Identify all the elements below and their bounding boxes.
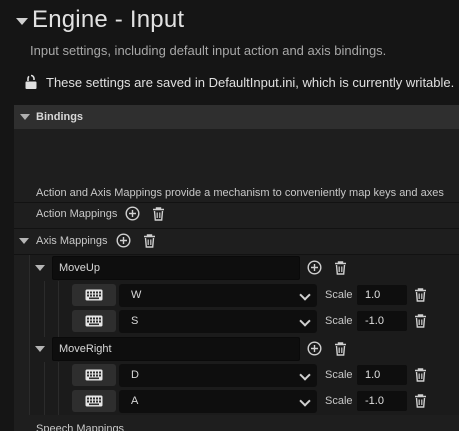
scale-input[interactable]: -1.0 [357, 391, 407, 411]
moveup-collapse-icon[interactable] [35, 265, 45, 271]
key-select[interactable]: A [119, 390, 317, 413]
scale-input[interactable]: 1.0 [357, 285, 407, 305]
category-collapse-icon[interactable] [20, 114, 30, 120]
chevron-down-icon [299, 395, 311, 407]
axis-name-input[interactable]: MoveRight [52, 337, 300, 361]
speech-mappings-label: Speech Mappings [36, 423, 125, 431]
scale-input[interactable]: 1.0 [357, 365, 407, 385]
indent-guide [44, 362, 45, 415]
add-axis-key-icon[interactable] [307, 260, 322, 275]
key-capture-button[interactable] [72, 390, 116, 412]
keyboard-icon [85, 289, 103, 301]
axis-mappings-label: Axis Mappings [36, 235, 108, 247]
chevron-down-icon [299, 369, 311, 381]
indent-guide [58, 281, 59, 337]
action-mappings-label: Action Mappings [36, 208, 118, 220]
bindings-category-header[interactable]: Bindings [14, 105, 459, 129]
remove-key-icon[interactable] [414, 368, 427, 382]
keyboard-icon [85, 395, 103, 407]
collapse-arrow-icon[interactable] [16, 17, 28, 25]
axis-mappings-collapse-icon[interactable] [19, 238, 29, 244]
remove-axis-mapping-icon[interactable] [334, 342, 347, 356]
clear-axis-mappings-icon[interactable] [143, 234, 156, 248]
key-capture-button[interactable] [72, 310, 116, 332]
row-divider [14, 228, 459, 229]
keyboard-icon [85, 315, 103, 327]
page-subtitle: Input settings, including default input … [30, 43, 387, 58]
scale-input[interactable]: -1.0 [357, 311, 407, 331]
axis-name-input[interactable]: MoveUp [52, 256, 300, 280]
category-label: Bindings [36, 111, 84, 123]
key-select[interactable]: D [119, 364, 317, 387]
key-select-value: A [131, 395, 139, 407]
key-capture-button[interactable] [72, 364, 116, 386]
add-axis-key-icon[interactable] [307, 341, 322, 356]
bindings-description: Action and Axis Mappings provide a mecha… [36, 187, 444, 199]
add-action-mapping-icon[interactable] [125, 206, 140, 221]
scale-label: Scale [325, 395, 353, 407]
moveright-collapse-icon[interactable] [35, 346, 45, 352]
remove-key-icon[interactable] [414, 288, 427, 302]
config-notice: These settings are saved in DefaultInput… [24, 74, 454, 90]
title-row[interactable]: Engine - Input [16, 6, 184, 34]
key-select-value: W [131, 289, 142, 301]
key-select-value: S [131, 315, 139, 327]
row-divider [14, 202, 459, 203]
add-axis-mapping-icon[interactable] [116, 233, 131, 248]
chevron-down-icon [299, 315, 311, 327]
keyboard-icon [85, 369, 103, 381]
indent-guide [58, 362, 59, 415]
remove-key-icon[interactable] [414, 314, 427, 328]
key-select[interactable]: W [119, 284, 317, 307]
remove-key-icon[interactable] [414, 394, 427, 408]
settings-page: Engine - Input Input settings, including… [0, 0, 459, 431]
clear-action-mappings-icon[interactable] [152, 207, 165, 221]
key-select[interactable]: S [119, 310, 317, 333]
scale-label: Scale [325, 369, 353, 381]
remove-axis-mapping-icon[interactable] [334, 261, 347, 275]
scale-label: Scale [325, 315, 353, 327]
settings-header: Engine - Input Input settings, including… [0, 0, 459, 100]
key-select-value: D [131, 369, 139, 381]
page-title: Engine - Input [32, 6, 185, 33]
indent-guide [44, 281, 45, 337]
chevron-down-icon [299, 289, 311, 301]
notice-text: These settings are saved in DefaultInput… [46, 74, 455, 90]
unlock-icon [25, 74, 37, 89]
indent-guide [29, 255, 30, 415]
key-capture-button[interactable] [72, 284, 116, 306]
scale-label: Scale [325, 289, 353, 301]
